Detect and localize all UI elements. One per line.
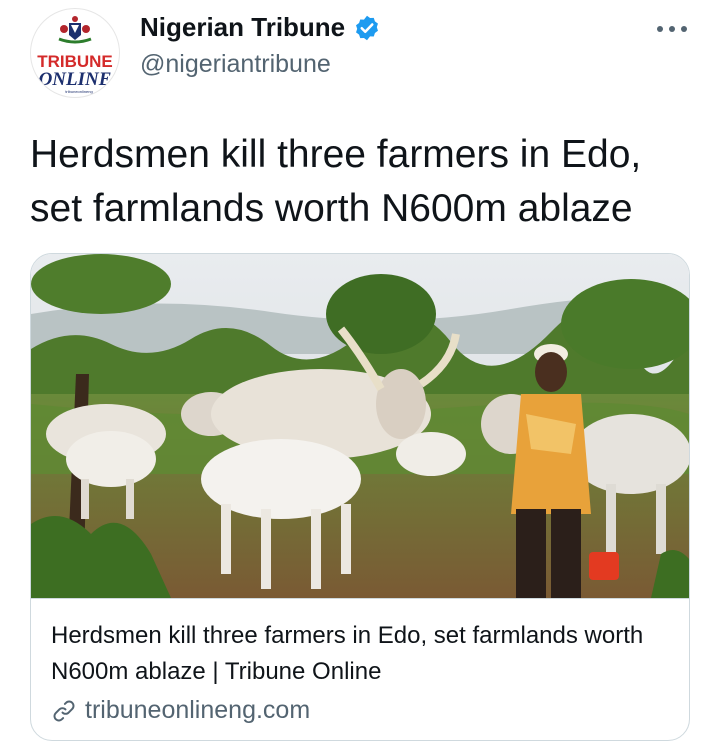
card-domain-text[interactable]: tribuneonlineng.com bbox=[85, 696, 310, 725]
cattle-herdsman-photo-icon bbox=[31, 254, 689, 598]
tweet-text-line: set farmlands worth N600m ablaze bbox=[30, 187, 633, 230]
link-icon bbox=[51, 698, 77, 724]
tribune-logo-icon: TRIBUNE ONLINE tribuneonlineng bbox=[32, 10, 118, 96]
card-divider bbox=[31, 598, 689, 599]
display-name[interactable]: Nigerian Tribune bbox=[140, 12, 381, 43]
card-image[interactable] bbox=[31, 254, 689, 598]
svg-text:ONLINE: ONLINE bbox=[39, 69, 112, 90]
account-handle[interactable]: @nigeriantribune bbox=[140, 50, 331, 79]
display-name-text[interactable]: Nigerian Tribune bbox=[140, 12, 345, 43]
tweet-text-line: Herdsmen kill three farmers in Edo, bbox=[30, 133, 642, 176]
verified-badge-icon bbox=[353, 14, 381, 42]
card-domain[interactable]: tribuneonlineng.com bbox=[51, 696, 310, 725]
card-title[interactable]: Herdsmen kill three farmers in Edo, set … bbox=[51, 618, 671, 690]
account-avatar[interactable]: TRIBUNE ONLINE tribuneonlineng bbox=[30, 8, 120, 98]
svg-text:tribuneonlineng: tribuneonlineng bbox=[65, 89, 92, 94]
tweet-text: Herdsmen kill three farmers in Edo, set … bbox=[30, 128, 700, 236]
link-preview-card[interactable]: Herdsmen kill three farmers in Edo, set … bbox=[30, 253, 690, 741]
more-options-icon[interactable] bbox=[655, 22, 689, 36]
tweet-header: TRIBUNE ONLINE tribuneonlineng Nigerian … bbox=[0, 0, 720, 110]
